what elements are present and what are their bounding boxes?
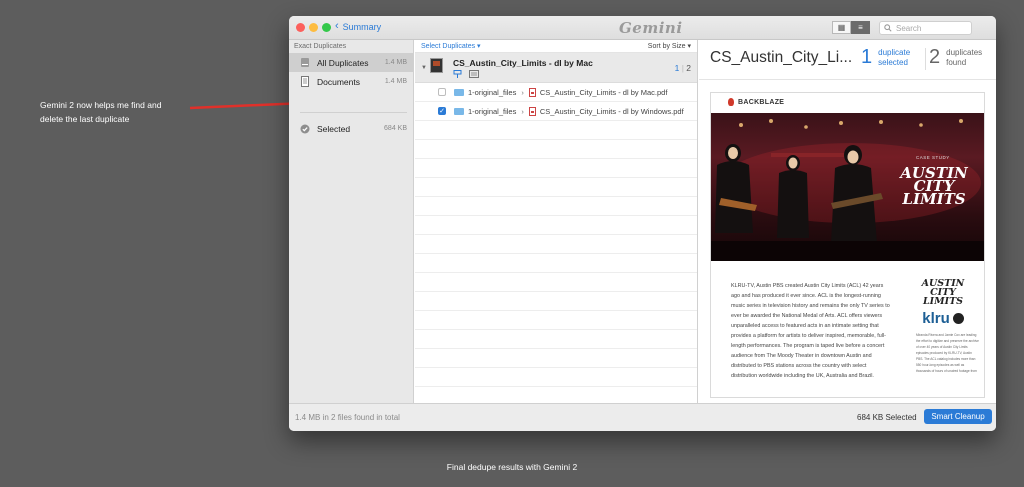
- duplicate-group[interactable]: ▼ CS_Austin_City_Limits - dl by Mac 1 | …: [415, 53, 697, 83]
- acl-small-logo-line-3: LIMITS: [922, 296, 963, 307]
- zoom-window-button[interactable]: [322, 23, 331, 32]
- search-placeholder: Search: [896, 23, 922, 33]
- klru-text: klru: [922, 310, 950, 327]
- file-folder: 1-original_files: [468, 87, 517, 97]
- file-folder: 1-original_files: [468, 106, 517, 116]
- duplicate-selected-label: duplicate: [878, 47, 911, 57]
- close-window-button[interactable]: [296, 23, 305, 32]
- document-icon: [300, 76, 310, 87]
- flame-icon: [728, 98, 734, 106]
- document-body-text: KLRU-TV, Austin PBS created Austin City …: [731, 283, 890, 379]
- acl-small-logo: AUSTIN CITY LIMITS: [907, 279, 979, 307]
- status-bar: 1.4 MB in 2 files found in total 684 KB …: [289, 403, 996, 431]
- drive-icon: [300, 57, 310, 68]
- minimize-window-button[interactable]: [309, 23, 318, 32]
- smart-cleanup-button[interactable]: Smart Cleanup: [924, 409, 992, 424]
- preview-header: CS_Austin_City_Li... 1 duplicate selecte…: [699, 40, 996, 80]
- group-icons: [453, 70, 479, 78]
- sidebar-item-selected[interactable]: Selected 684 KB: [289, 119, 413, 138]
- status-summary: 1.4 MB in 2 files found in total: [295, 413, 400, 422]
- pdf-icon: [528, 87, 536, 97]
- file-row[interactable]: 1-original_files › CS_Austin_City_Limits…: [415, 83, 697, 102]
- path-separator-icon: ›: [521, 87, 524, 97]
- acl-logo-line-3: LIMITS: [902, 190, 966, 208]
- back-button[interactable]: ‹ Summary: [335, 21, 381, 32]
- sidebar: Exact Duplicates All Duplicates 1.4 MB D…: [289, 40, 414, 403]
- duplicate-selected-stat: 1 duplicate selected: [861, 46, 910, 69]
- sidebar-item-size: 1.4 MB: [384, 78, 407, 85]
- view-toggle: ▦ ≡: [832, 21, 870, 34]
- document-preview[interactable]: BACKBLAZE CASE STUDY AUSTIN CITY LIMITS …: [710, 92, 985, 398]
- reveal-icon[interactable]: [453, 70, 463, 78]
- acl-logo: AUSTIN CITY LIMITS: [899, 166, 969, 208]
- caption-text: Final dedupe results with Gemini 2: [446, 462, 578, 472]
- app-logo: Gemini: [619, 19, 683, 37]
- status-selected: 684 KB Selected: [857, 413, 917, 422]
- empty-rows: [415, 121, 697, 406]
- concert-photo: CASE STUDY AUSTIN CITY LIMITS: [711, 113, 984, 261]
- list-header: Select Duplicates ▾ Sort by Size ▾: [415, 40, 697, 53]
- select-duplicates-dropdown[interactable]: Select Duplicates ▾: [421, 42, 481, 50]
- document-sidebar-text: Miranda Rivera and Jamie Cox are leading…: [916, 333, 979, 373]
- file-name: CS_Austin_City_Limits - dl by Windows.pd…: [539, 106, 684, 116]
- sidebar-item-label: Documents: [317, 76, 360, 87]
- group-count-total: 2: [686, 63, 691, 73]
- gemini-window: ‹ Summary Gemini ▦ ≡ Search Exact Duplic…: [289, 16, 996, 431]
- title-bar: ‹ Summary Gemini ▦ ≡ Search: [289, 16, 996, 40]
- sidebar-header: Exact Duplicates: [294, 43, 347, 50]
- duplicate-selected-label-2: selected: [878, 57, 908, 67]
- brand-text: BACKBLAZE: [738, 98, 785, 106]
- sidebar-item-label: Selected: [317, 123, 351, 134]
- sidebar-item-label: All Duplicates: [317, 57, 369, 68]
- duplicates-list: Select Duplicates ▾ Sort by Size ▾ ▼ CS_…: [415, 40, 698, 406]
- sidebar-item-all-duplicates[interactable]: All Duplicates 1.4 MB: [289, 53, 413, 72]
- klru-logo: klru: [907, 310, 979, 327]
- annotation-text: Gemini 2 now helps me find and delete th…: [40, 100, 162, 124]
- check-circle-icon: [300, 123, 310, 134]
- grid-view-icon[interactable]: ▦: [832, 21, 851, 34]
- quick-look-icon[interactable]: [469, 70, 479, 78]
- search-icon: [884, 24, 892, 32]
- chevron-left-icon: ‹: [335, 20, 339, 32]
- folder-icon: [454, 88, 464, 96]
- search-input[interactable]: Search: [879, 21, 972, 35]
- file-checkbox[interactable]: ✓: [438, 107, 446, 115]
- preview-title: CS_Austin_City_Li...: [710, 49, 853, 66]
- pbs-icon: [952, 313, 964, 324]
- back-label: Summary: [342, 21, 382, 32]
- duplicate-selected-count: 1: [861, 46, 873, 68]
- file-thumbnail: [430, 58, 443, 73]
- pdf-icon: [528, 106, 536, 116]
- list-view-icon[interactable]: ≡: [851, 21, 870, 34]
- backblaze-logo: BACKBLAZE: [728, 98, 784, 106]
- disclosure-triangle-icon[interactable]: ▼: [421, 65, 427, 71]
- case-study-label: CASE STUDY: [916, 155, 950, 160]
- preview-pane: CS_Austin_City_Li... 1 duplicate selecte…: [699, 40, 996, 403]
- sidebar-item-size: 1.4 MB: [384, 59, 407, 66]
- group-name: CS_Austin_City_Limits - dl by Mac: [453, 58, 593, 68]
- file-name: CS_Austin_City_Limits - dl by Mac.pdf: [539, 87, 668, 97]
- duplicates-found-label-2: found: [946, 57, 967, 67]
- group-count: 1 | 2: [674, 63, 691, 73]
- sort-dropdown[interactable]: Sort by Size ▾: [648, 42, 691, 50]
- file-checkbox[interactable]: [438, 88, 446, 96]
- folder-icon: [454, 107, 464, 115]
- duplicates-found-label: duplicates: [946, 47, 983, 57]
- duplicates-found-count: 2: [929, 46, 941, 68]
- traffic-lights: [296, 23, 331, 32]
- group-count-selected: 1: [674, 63, 680, 73]
- stat-divider: [925, 48, 926, 70]
- file-row[interactable]: ✓ 1-original_files › CS_Austin_City_Limi…: [415, 102, 697, 121]
- sidebar-item-documents[interactable]: Documents 1.4 MB: [289, 72, 413, 91]
- document-sidebar: AUSTIN CITY LIMITS klru Miranda Rivera a…: [907, 279, 979, 374]
- path-separator-icon: ›: [521, 106, 524, 116]
- sidebar-divider: [300, 112, 407, 113]
- duplicates-found-stat: 2 duplicates found: [929, 46, 982, 69]
- sidebar-item-size: 684 KB: [384, 125, 407, 132]
